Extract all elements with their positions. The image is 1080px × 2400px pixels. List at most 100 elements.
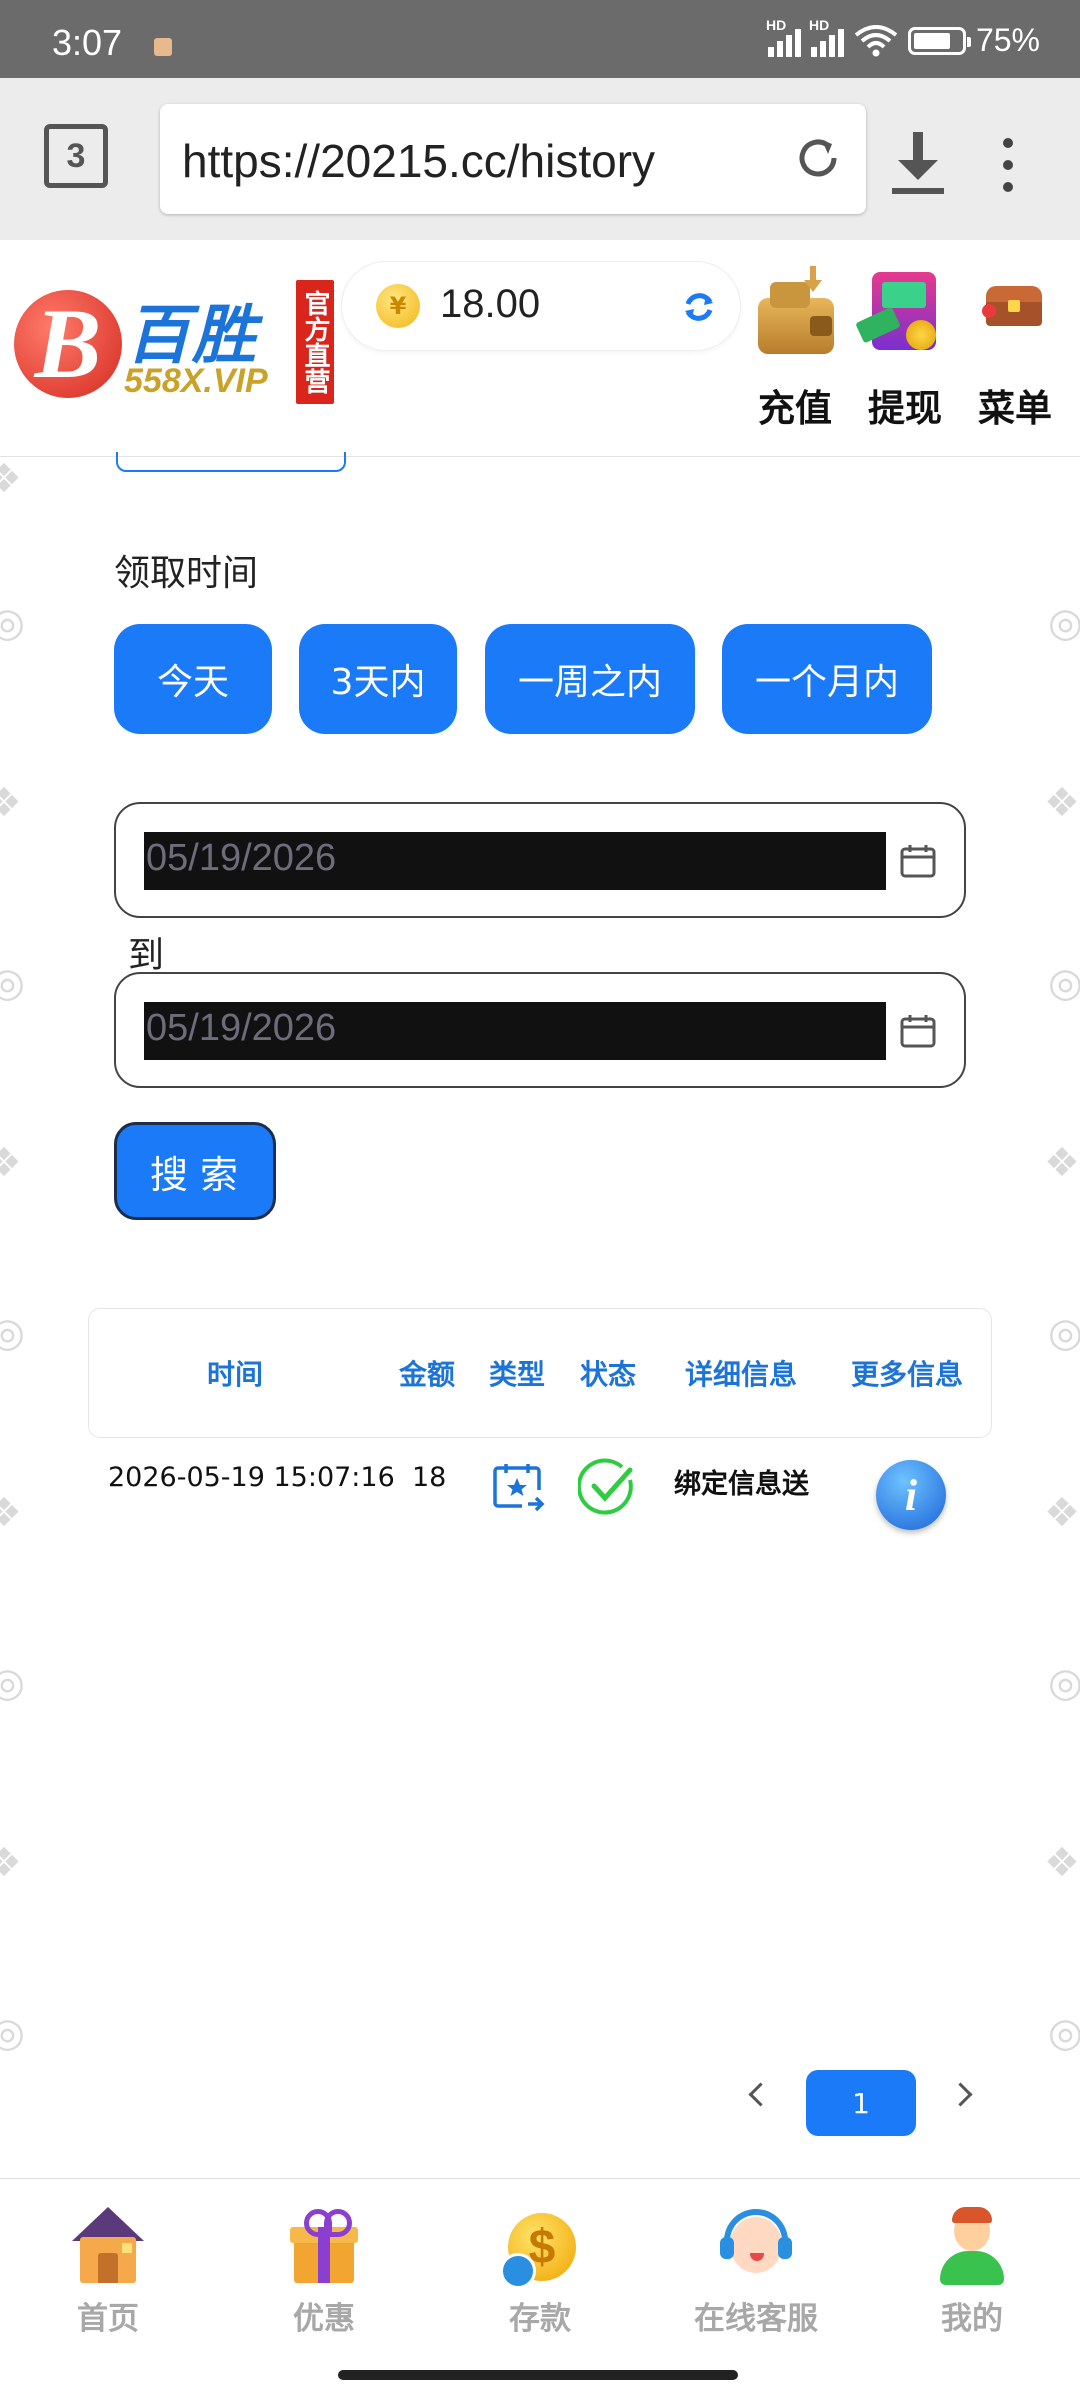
menu-label: 菜单: [978, 387, 1052, 430]
nav-profile[interactable]: 我的: [892, 2207, 1052, 2338]
header-status: 状态: [580, 1358, 637, 1391]
refresh-balance-icon[interactable]: [680, 288, 718, 326]
claim-time-label: 领取时间: [114, 553, 259, 594]
dollar-coin-icon: $: [500, 2207, 580, 2289]
balance-pill: ¥ 18.00: [342, 262, 740, 350]
to-label: 到: [128, 935, 165, 976]
ornament-icon: ❖: [1044, 1490, 1080, 1536]
ornament-icon: ◎: [0, 960, 25, 1006]
start-date-value[interactable]: 05/19/2026: [146, 837, 336, 880]
nav-support[interactable]: 在线客服: [676, 2207, 836, 2338]
row-amount: 18: [412, 1462, 447, 1493]
next-page-icon[interactable]: [948, 2082, 973, 2107]
withdraw-label: 提现: [868, 387, 942, 430]
status-time: 3:07: [52, 22, 123, 63]
status-bar: 3:07 HD HD 75%: [0, 0, 1080, 78]
url-text[interactable]: https://20215.cc/history: [182, 134, 655, 188]
check-circle-icon: [578, 1458, 633, 1515]
row-time: 2026-05-19 15:07:16: [108, 1462, 395, 1493]
nav-deposit-label: 存款: [509, 2301, 571, 2337]
logo-domain: 558X.VIP: [124, 362, 268, 400]
nav-deposit[interactable]: $ 存款: [460, 2207, 620, 2338]
ornament-icon: ◎: [1048, 960, 1080, 1006]
address-bar[interactable]: https://20215.cc/history: [160, 104, 866, 214]
ornament-icon: ❖: [1044, 1840, 1080, 1886]
calendar-icon[interactable]: [900, 1014, 936, 1048]
balance-amount: 18.00: [440, 282, 541, 326]
status-icons: HD HD 75%: [766, 17, 1040, 59]
atm-icon: [855, 264, 948, 360]
ornament-icon: ❖: [1044, 1140, 1080, 1186]
info-icon[interactable]: i: [876, 1460, 946, 1530]
filter-week-button[interactable]: 一周之内: [485, 624, 695, 734]
ornament-icon: ❖: [0, 456, 22, 502]
ornament-icon: ❖: [0, 1490, 22, 1536]
treasure-chest-icon: [980, 264, 1050, 360]
official-badge: 官方直营: [296, 280, 334, 404]
notification-icon: [154, 38, 172, 56]
ornament-icon: ◎: [0, 2010, 25, 2056]
filter-today-button[interactable]: 今天: [114, 624, 272, 734]
ornament-icon: ◎: [1048, 1660, 1080, 1706]
ornament-icon: ❖: [0, 780, 22, 826]
signal-icon: HD: [766, 17, 801, 57]
ornament-icon: ❖: [1044, 780, 1080, 826]
gift-icon: [284, 2207, 364, 2287]
calendar-star-icon: [493, 1464, 545, 1512]
wallet-icon: [752, 264, 838, 360]
filter-3days-button[interactable]: 3天内: [299, 624, 457, 734]
header-more: 更多信息: [851, 1358, 964, 1391]
table-row[interactable]: 2026-05-19 15:07:16 18 绑定信息送 i: [88, 1438, 992, 1538]
header-detail: 详细信息: [685, 1358, 798, 1391]
signal-icon: HD: [809, 17, 844, 57]
ornament-icon: ◎: [1048, 600, 1080, 646]
nav-home-label: 首页: [77, 2301, 139, 2337]
withdraw-button[interactable]: 提现: [855, 264, 948, 432]
recharge-label: 充值: [758, 387, 832, 430]
nav-promotions-label: 优惠: [293, 2301, 355, 2337]
tab-switcher-button[interactable]: 3: [44, 124, 108, 188]
table-header: 时间 金额 类型 状态 详细信息 更多信息: [88, 1308, 992, 1438]
house-icon: [68, 2207, 148, 2287]
nav-home[interactable]: 首页: [28, 2207, 188, 2338]
coin-icon: ¥: [376, 284, 420, 328]
headset-support-icon: [716, 2207, 796, 2287]
ornament-icon: ◎: [1048, 2010, 1080, 2056]
recharge-button[interactable]: 充值: [752, 264, 838, 432]
calendar-icon[interactable]: [900, 844, 936, 878]
menu-button[interactable]: 菜单: [978, 264, 1052, 432]
user-avatar-icon: [932, 2207, 1012, 2287]
ornament-icon: ◎: [0, 600, 25, 646]
nav-profile-label: 我的: [941, 2301, 1003, 2337]
header-type: 类型: [489, 1358, 546, 1391]
previous-field-edge: [116, 452, 346, 472]
browser-toolbar: 3 https://20215.cc/history: [0, 78, 1080, 240]
page-1-button[interactable]: 1: [806, 2070, 916, 2136]
history-table: 时间 金额 类型 状态 详细信息 更多信息 2026-05-19 15:07:1…: [88, 1308, 992, 1538]
ornament-icon: ❖: [0, 1140, 22, 1186]
wifi-icon: [854, 24, 898, 56]
prev-page-icon[interactable]: [748, 2082, 773, 2107]
more-options-icon[interactable]: [1000, 138, 1016, 192]
gesture-home-bar[interactable]: [338, 2370, 738, 2380]
battery-icon: [907, 26, 971, 55]
bottom-nav: 首页 优惠 $ 存款 在线客服 我的: [0, 2178, 1080, 2355]
ornament-icon: ◎: [0, 1660, 25, 1706]
end-date-value[interactable]: 05/19/2026: [146, 1007, 336, 1050]
ornament-icon: ◎: [1048, 1310, 1080, 1356]
site-header: B 百胜 558X.VIP 官方直营 ¥ 18.00 充值 提现 菜单: [0, 240, 1080, 457]
search-button[interactable]: 搜索: [114, 1122, 276, 1220]
start-date-field[interactable]: 05/19/2026: [114, 802, 966, 918]
header-amount: 金额: [399, 1358, 456, 1391]
end-date-field[interactable]: 05/19/2026: [114, 972, 966, 1088]
ornament-icon: ❖: [0, 1840, 22, 1886]
site-logo[interactable]: B 百胜 558X.VIP 官方直营: [12, 280, 334, 410]
filter-month-button[interactable]: 一个月内: [722, 624, 932, 734]
nav-support-label: 在线客服: [694, 2301, 818, 2337]
nav-promotions[interactable]: 优惠: [244, 2207, 404, 2338]
row-detail: 绑定信息送: [674, 1469, 809, 1500]
ornament-icon: ◎: [0, 1310, 25, 1356]
download-icon[interactable]: [888, 128, 948, 198]
reload-icon[interactable]: [792, 132, 844, 184]
battery-percent: 75%: [975, 22, 1040, 58]
